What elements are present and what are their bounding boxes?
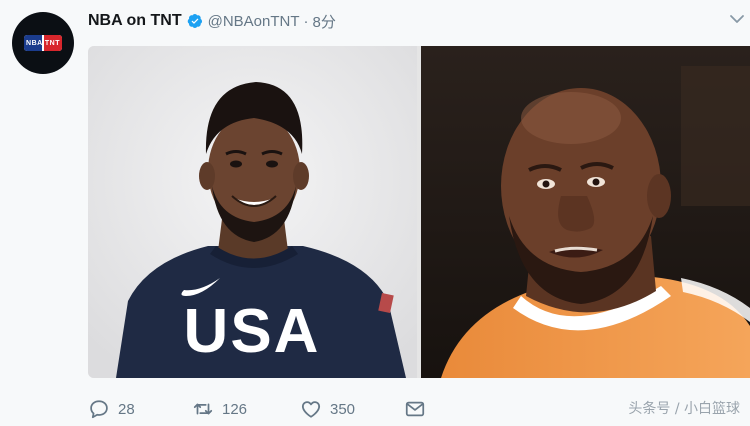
account-name[interactable]: NBA on TNT [88,12,182,30]
jersey-text: USA [184,297,321,366]
direct-message-button[interactable] [404,398,426,420]
tweet-actions: 28 126 350 [88,396,425,422]
avatar[interactable]: NBA TNT [12,12,74,74]
retweet-button[interactable]: 126 [192,398,247,420]
heart-icon [301,401,321,418]
chevron-down-icon[interactable] [728,10,746,28]
verified-badge-icon [187,14,202,28]
player-orange-jersey-image [421,46,750,378]
reply-icon [90,400,108,419]
retweet-icon [193,403,213,415]
retweet-count: 126 [222,400,248,418]
avatar-logo-text: NBA TNT [26,39,60,47]
tweet-card: NBA TNT NBA on TNT @NBAonTNT · 8分 USA 28… [0,0,750,426]
tweet-media: USA [88,46,750,378]
media-photo-left[interactable]: USA [88,46,417,378]
player-usa-image: USA [88,46,417,378]
tweet-timestamp[interactable]: 8分 [313,11,336,32]
separator-dot: · [303,12,309,30]
reply-count: 28 [118,400,135,418]
tweet-header: NBA on TNT @NBAonTNT · 8分 [88,9,336,33]
like-button[interactable]: 350 [300,398,355,420]
like-count: 350 [330,400,356,418]
reply-button[interactable]: 28 [88,398,135,420]
watermark-text: 头条号 / 小白篮球 [628,401,740,417]
media-photo-right[interactable] [421,46,750,378]
envelope-icon [405,401,425,417]
nba-tnt-logo: NBA TNT [24,35,62,51]
account-handle[interactable]: @NBAonTNT [208,13,300,30]
